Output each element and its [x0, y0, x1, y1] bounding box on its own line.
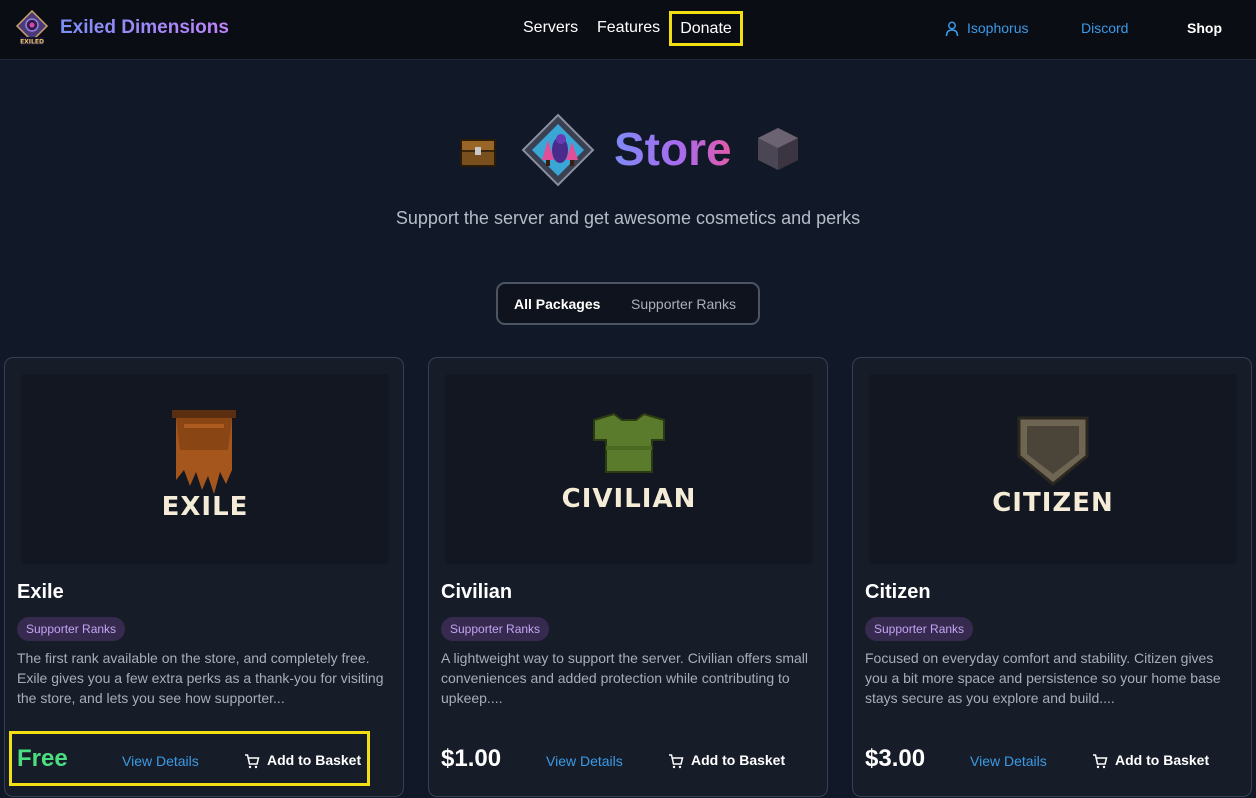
- rank-art-label: CITIZEN: [992, 488, 1114, 518]
- package-price: $3.00: [865, 745, 926, 772]
- page-subtitle: Support the server and get awesome cosme…: [395, 208, 861, 228]
- cart-icon[interactable]: [1092, 753, 1108, 769]
- nav-user-link[interactable]: Isophorus: [967, 20, 1028, 36]
- package-card-civilian: CIVILIAN Civilian Supporter Ranks A ligh…: [428, 357, 828, 797]
- banner-icon: [172, 410, 236, 494]
- highlight-box: [9, 731, 370, 786]
- amethyst-block-icon: [758, 128, 798, 170]
- package-title: Citizen: [865, 581, 931, 603]
- chest-icon: [460, 139, 496, 167]
- nav-link-servers[interactable]: Servers: [523, 19, 578, 37]
- nav-link-features[interactable]: Features: [597, 19, 660, 37]
- package-description: A lightweight way to support the server.…: [441, 650, 809, 706]
- package-title: Exile: [17, 581, 64, 603]
- tab-all-packages[interactable]: All Packages: [514, 296, 600, 312]
- rank-art-label: CIVILIAN: [561, 484, 697, 514]
- category-badge: Supporter Ranks: [865, 617, 974, 641]
- cart-icon[interactable]: [668, 753, 684, 769]
- view-details-link[interactable]: View Details: [970, 753, 1047, 769]
- top-nav: EXILED Exiled Dimensions Servers Feature…: [0, 0, 1256, 60]
- add-to-basket-button[interactable]: Add to Basket: [1115, 752, 1209, 768]
- package-card-exile: EXILE Exile Supporter Ranks The first ra…: [4, 357, 404, 797]
- package-filter-tabs: All Packages Supporter Ranks: [496, 282, 760, 325]
- package-card-citizen: CITIZEN Citizen Supporter Ranks Focused …: [852, 357, 1252, 797]
- tab-supporter-ranks[interactable]: Supporter Ranks: [631, 296, 736, 312]
- view-details-link[interactable]: View Details: [546, 753, 623, 769]
- nav-discord-link[interactable]: Discord: [1081, 20, 1128, 36]
- brand-name[interactable]: Exiled Dimensions: [60, 17, 229, 39]
- package-description: The first rank available on the store, a…: [17, 650, 384, 706]
- user-icon[interactable]: [945, 21, 959, 37]
- shield-icon: [1017, 416, 1089, 486]
- package-description: Focused on everyday comfort and stabilit…: [865, 650, 1221, 706]
- package-image: EXILE: [21, 374, 389, 564]
- package-image: CIVILIAN: [445, 374, 813, 564]
- package-title: Civilian: [441, 581, 513, 603]
- logo-text: EXILED: [20, 39, 44, 46]
- add-to-basket-button[interactable]: Add to Basket: [691, 752, 785, 768]
- category-badge: Supporter Ranks: [17, 617, 126, 641]
- page-title: Store: [614, 123, 732, 175]
- category-badge: Supporter Ranks: [441, 617, 550, 641]
- rank-art-label: EXILE: [161, 492, 249, 522]
- package-image: CITIZEN: [869, 374, 1237, 564]
- tunic-icon: [593, 412, 665, 473]
- logo-icon[interactable]: EXILED: [14, 10, 50, 46]
- nav-shop-link[interactable]: Shop: [1187, 20, 1222, 36]
- store-emblem-icon: [521, 113, 595, 187]
- package-price: $1.00: [441, 745, 502, 772]
- nav-link-donate[interactable]: Donate: [669, 11, 743, 46]
